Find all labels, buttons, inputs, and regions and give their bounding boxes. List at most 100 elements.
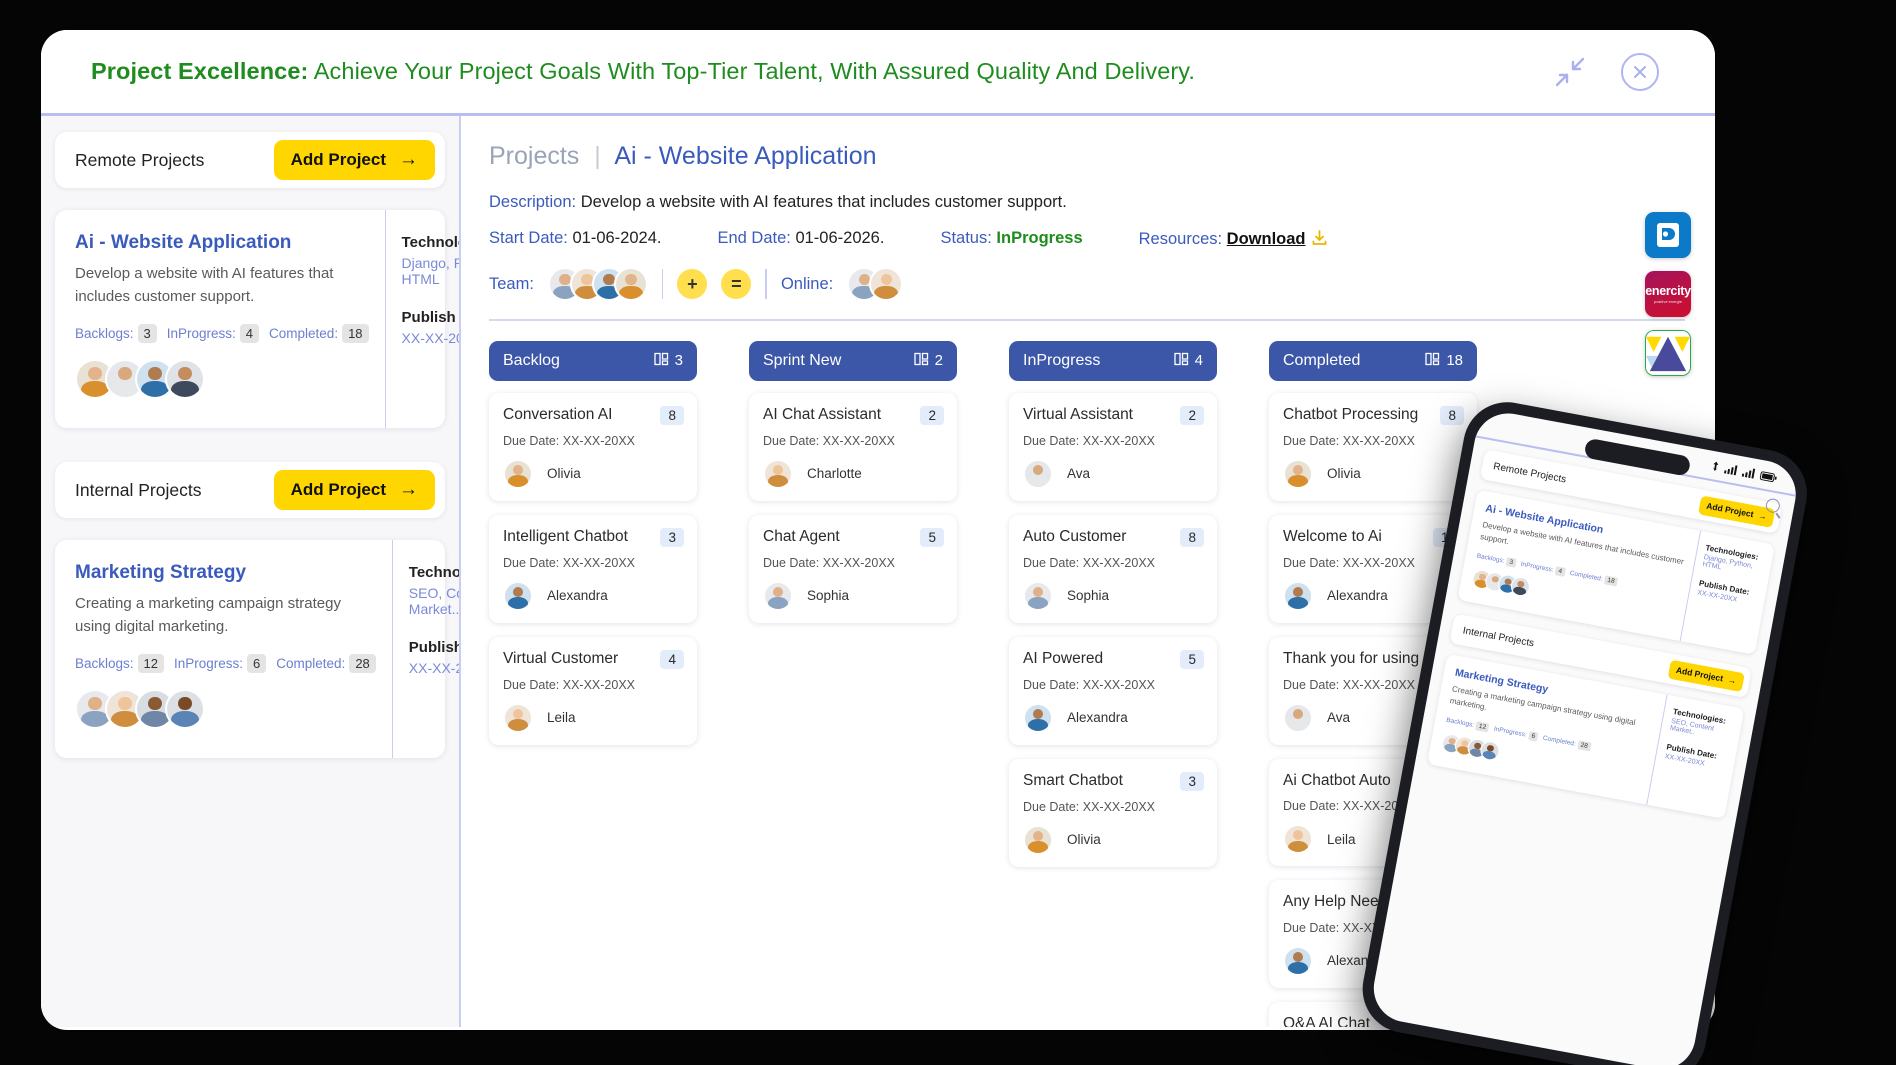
avatar xyxy=(503,702,533,733)
collapse-arrows-icon[interactable] xyxy=(1553,55,1587,89)
task-name: Auto Customer xyxy=(1023,527,1127,545)
task-due-date: Due Date: XX-XX-20XX xyxy=(1283,555,1416,570)
assignee-name: Alexandra xyxy=(1327,588,1388,603)
avatar xyxy=(1283,945,1313,976)
online-label: Online: xyxy=(780,274,834,293)
team-avatar-stack xyxy=(547,267,648,301)
avatar xyxy=(1023,580,1053,611)
project-card-meta: Technologies: SEO, Content Market.. Publ… xyxy=(393,540,461,758)
column-header[interactable]: Sprint New 2 xyxy=(749,340,957,381)
end-date-value: 01-06-2026. xyxy=(795,229,885,247)
avatar xyxy=(869,267,904,301)
publish-date-value: XX-XX-20XX xyxy=(401,330,459,346)
description-label: Description: xyxy=(489,193,577,211)
breadcrumb: Projects | Ai - Website Application xyxy=(489,142,1685,171)
task-card[interactable]: Conversation AI 8 Due Date: XX-XX-20XX Ol… xyxy=(489,392,697,501)
equals-button[interactable]: = xyxy=(721,269,752,299)
task-due-date: Due Date: XX-XX-20XX xyxy=(503,433,636,448)
avatar xyxy=(613,267,648,301)
end-date-label: End Date: xyxy=(717,229,791,247)
technologies-value: SEO, Content Market.. xyxy=(408,585,460,617)
avatar xyxy=(165,689,205,729)
add-member-button[interactable]: + xyxy=(677,269,708,299)
phone-stat-completed: Completed: 18 xyxy=(1569,570,1619,587)
team-row: Team: + = Online: xyxy=(489,267,1685,301)
task-due-date: Due Date: XX-XX-20XX xyxy=(1023,433,1156,448)
breadcrumb-current: Ai - Website Application xyxy=(614,142,877,170)
titlebar-actions xyxy=(1553,52,1681,91)
task-assignee: Alexandra xyxy=(1023,702,1204,733)
task-badge: 3 xyxy=(660,527,684,547)
app-icon-enercity[interactable]: enercity positive energie xyxy=(1645,271,1691,317)
status-label: Status: xyxy=(940,229,992,247)
task-badge: 2 xyxy=(920,405,944,425)
add-project-button-remote[interactable]: Add Project → xyxy=(273,140,435,180)
divider xyxy=(661,269,664,299)
download-link[interactable]: Download xyxy=(1227,230,1306,248)
screenshot-stage: Project Excellence: Achieve Your Project… xyxy=(0,0,1896,1065)
status-badge: InProgress xyxy=(996,229,1083,247)
stat-inprogress-value: 6 xyxy=(247,654,267,673)
avatar xyxy=(165,359,205,399)
project-card-ai-website-application[interactable]: Ai - Website Application Develop a websi… xyxy=(55,210,459,428)
task-card[interactable]: Intelligent Chatbot 3 Due Date: XX-XX-20X… xyxy=(489,514,697,623)
app-icon-d[interactable] xyxy=(1645,212,1691,258)
task-assignee: Charlotte xyxy=(763,458,944,489)
arrow-right-icon: → xyxy=(1757,510,1768,522)
assignee-name: Sophia xyxy=(807,588,850,603)
task-card[interactable]: AI Chat Assistant 2 Due Date: XX-XX-20XX … xyxy=(749,392,957,501)
phone-stat-inprogress: InProgress: 4 xyxy=(1520,561,1566,577)
download-icon[interactable] xyxy=(1310,230,1329,248)
assignee-name: Leila xyxy=(547,710,576,725)
avatar xyxy=(1023,824,1053,855)
group-title: Remote Projects xyxy=(75,149,205,170)
phone-add-project-button-remote[interactable]: Add Project → xyxy=(1697,494,1776,528)
task-due-date: Due Date: XX-XX-20XX xyxy=(763,555,896,570)
task-card[interactable]: Auto Customer 8 Due Date: XX-XX-20XX Soph… xyxy=(1009,514,1217,623)
assignee-name: Olivia xyxy=(1327,466,1361,481)
project-name[interactable]: Ai - Website Application xyxy=(75,232,369,254)
task-badge: 2 xyxy=(1180,405,1204,425)
start-date-value: 01-06-2024. xyxy=(572,229,662,247)
task-card[interactable]: Virtual Assistant 2 Due Date: XX-XX-20XX … xyxy=(1009,392,1217,501)
phone-add-project-button-internal[interactable]: Add Project → xyxy=(1667,659,1745,692)
window-titlebar: Project Excellence: Achieve Your Project… xyxy=(41,30,1715,116)
task-badge: 8 xyxy=(1180,527,1204,547)
project-card-meta: Technologies: Django, Python, HTML Publi… xyxy=(386,210,459,428)
assignee-name: Ava xyxy=(1067,466,1091,481)
column-count: 4 xyxy=(1174,352,1203,370)
assignee-name: Leila xyxy=(1327,831,1356,847)
task-card[interactable]: AI Powered 5 Due Date: XX-XX-20XX Alexand… xyxy=(1009,636,1217,745)
task-card[interactable]: Chat Agent 5 Due Date: XX-XX-20XX Sophia xyxy=(749,514,957,623)
app-icon-triangle[interactable] xyxy=(1645,330,1691,376)
project-stats: Backlogs: 12 InProgress: 6 Completed: 28 xyxy=(75,654,376,673)
avatar xyxy=(1283,702,1313,733)
project-name[interactable]: Marketing Strategy xyxy=(75,562,376,584)
project-team-avatars xyxy=(75,689,376,729)
stat-completed-value: 28 xyxy=(349,654,376,673)
task-assignee: Leila xyxy=(503,702,684,733)
task-assignee: Sophia xyxy=(763,580,944,611)
column-header[interactable]: Backlog 3 xyxy=(489,340,697,381)
task-card[interactable]: Virtual Customer 4 Due Date: XX-XX-20XX L… xyxy=(489,636,697,745)
task-name: Welcome to Ai xyxy=(1283,527,1382,545)
technologies-label: Technologies: xyxy=(408,564,461,581)
team-label: Team: xyxy=(489,274,534,293)
start-date-label: Start Date: xyxy=(489,229,568,247)
task-card[interactable]: Chatbot Processing 8 Due Date: XX-XX-20XX… xyxy=(1269,392,1477,501)
task-due-date: Due Date: XX-XX-20XX xyxy=(1023,555,1156,570)
task-badge: 5 xyxy=(1180,649,1204,669)
task-name: AI Powered xyxy=(1023,649,1104,667)
add-project-button-internal[interactable]: Add Project → xyxy=(273,470,435,510)
project-card-marketing-strategy[interactable]: Marketing Strategy Creating a marketing … xyxy=(55,540,459,758)
column-header[interactable]: InProgress 4 xyxy=(1009,340,1217,381)
task-card[interactable]: Smart Chatbot 3 Due Date: XX-XX-20XX Oliv… xyxy=(1009,758,1217,867)
task-badge: 8 xyxy=(1440,405,1464,425)
close-button[interactable] xyxy=(1621,52,1659,91)
column-header[interactable]: Completed 18 xyxy=(1269,340,1477,381)
group-header-remote-projects: Remote Projects Add Project → xyxy=(55,132,445,188)
column-count: 3 xyxy=(654,352,683,370)
task-name: Chat Agent xyxy=(763,527,840,545)
breadcrumb-root[interactable]: Projects xyxy=(489,142,579,170)
assignee-name: Sophia xyxy=(1067,588,1110,603)
